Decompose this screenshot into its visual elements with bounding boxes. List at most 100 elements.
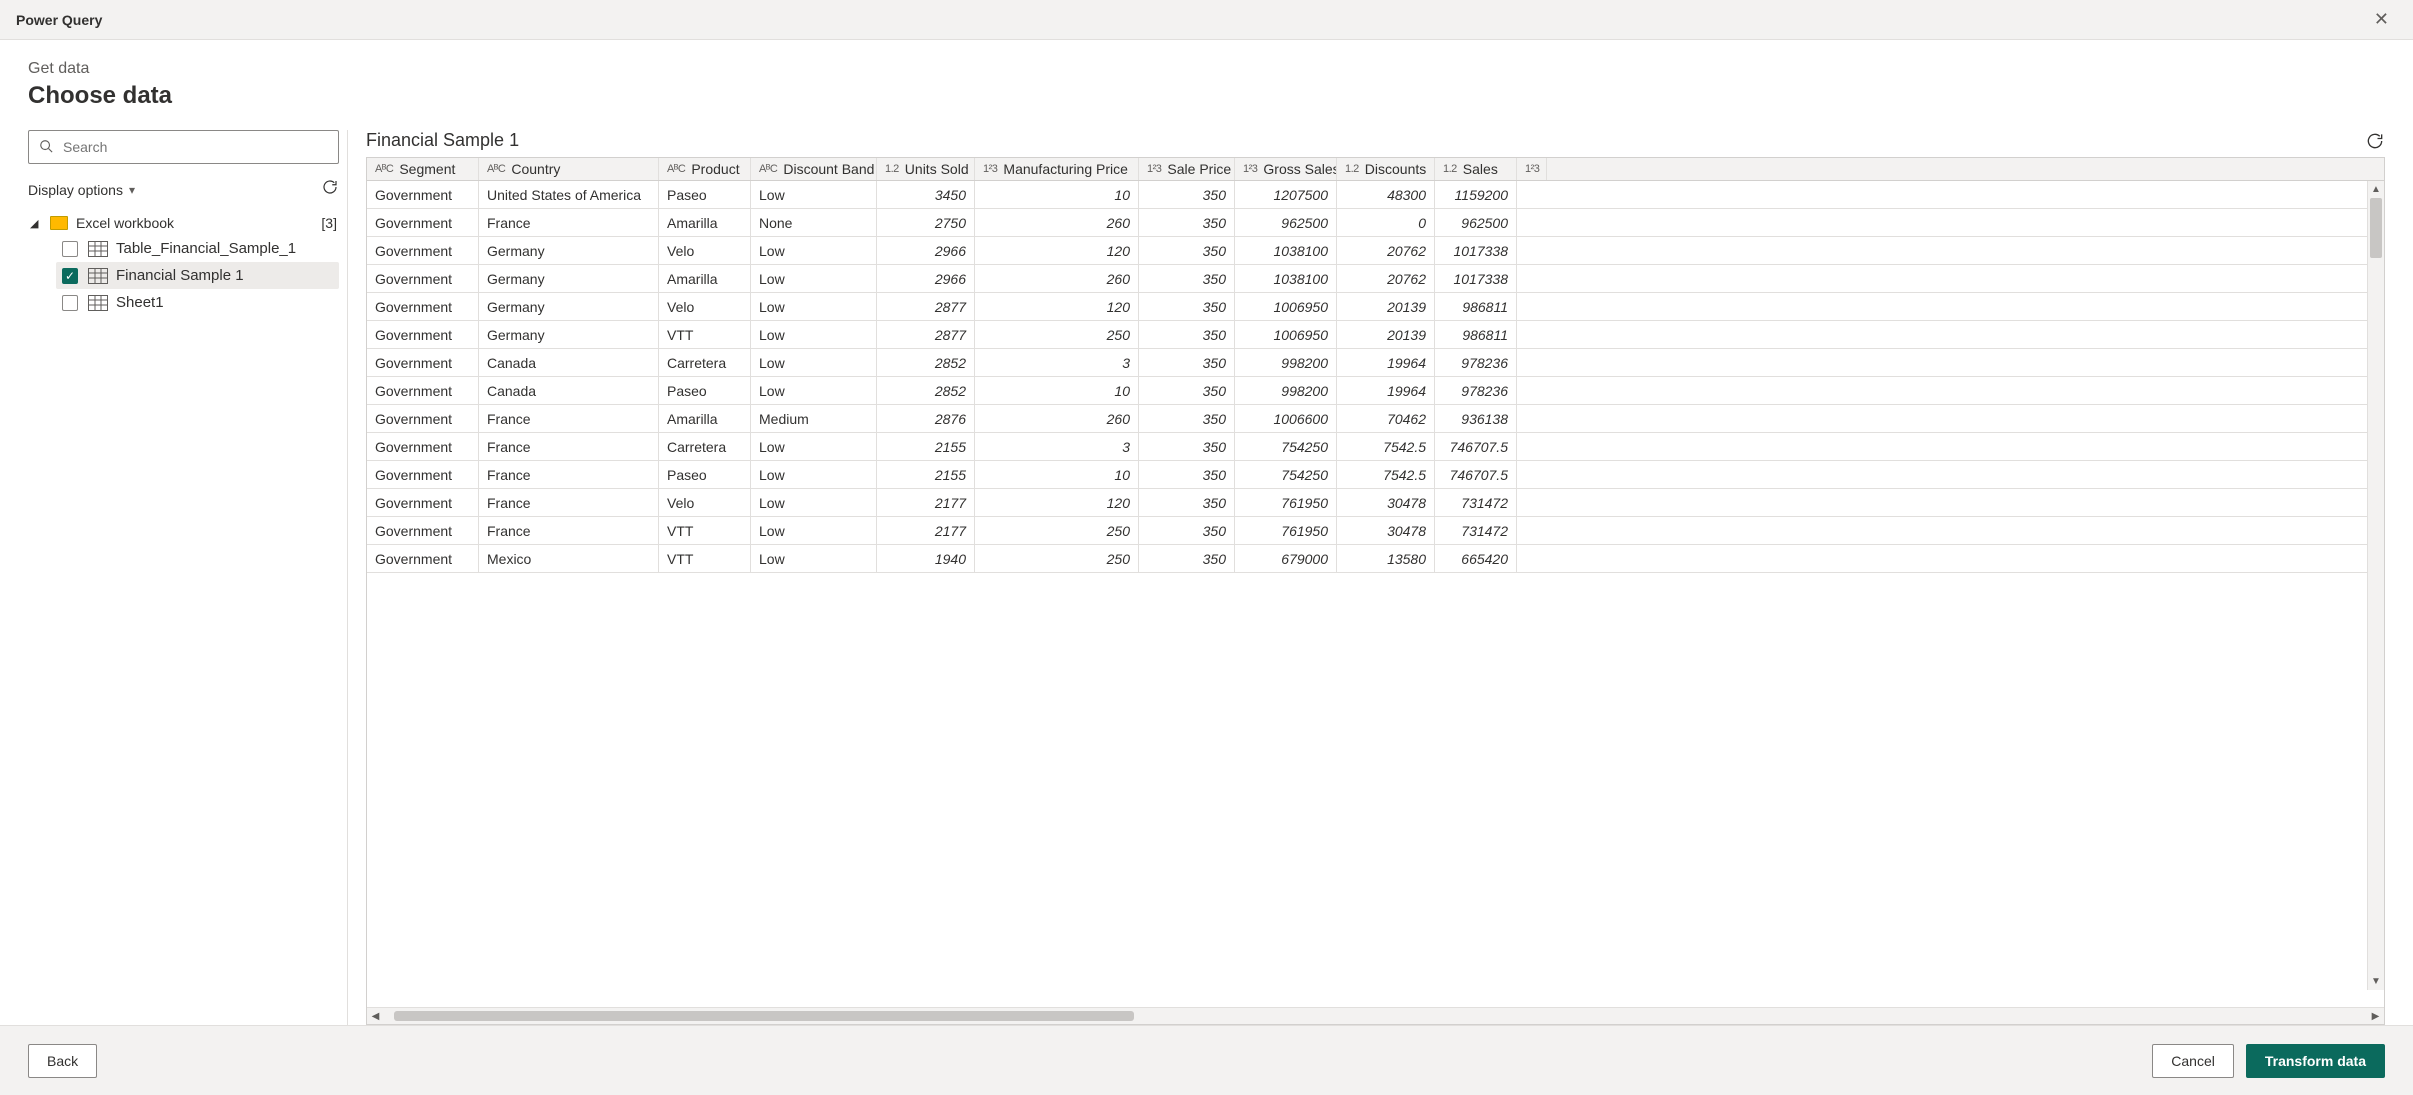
table-row[interactable]: GovernmentFranceAmarillaMedium2876260350…: [367, 405, 2384, 433]
cell: 746707.5: [1435, 461, 1517, 488]
column-header[interactable]: AᴮCProduct: [659, 158, 751, 180]
search-box[interactable]: [28, 130, 339, 164]
refresh-preview-icon[interactable]: [2365, 131, 2385, 156]
transform-data-button[interactable]: Transform data: [2246, 1044, 2385, 1078]
table-row[interactable]: GovernmentUnited States of AmericaPaseoL…: [367, 181, 2384, 209]
cell: Carretera: [659, 433, 751, 460]
tree-item[interactable]: ✓Financial Sample 1: [56, 262, 339, 289]
tree-item[interactable]: Sheet1: [56, 289, 339, 316]
checkbox[interactable]: [62, 295, 78, 311]
cell: 731472: [1435, 517, 1517, 544]
type-int-icon: 1²3: [1243, 163, 1257, 175]
cell: 10: [975, 377, 1139, 404]
cell: Government: [367, 545, 479, 572]
hscroll-track[interactable]: [384, 1008, 2367, 1024]
horizontal-scrollbar[interactable]: ◀ ▶: [367, 1007, 2384, 1024]
cell: Low: [751, 265, 877, 292]
column-label: Discounts: [1365, 161, 1426, 177]
column-header[interactable]: 1²3Gross Sales: [1235, 158, 1337, 180]
cell: 7542.5: [1337, 461, 1435, 488]
cell: 2877: [877, 293, 975, 320]
column-header[interactable]: 1.2Units Sold: [877, 158, 975, 180]
column-header[interactable]: AᴮCDiscount Band: [751, 158, 877, 180]
table-row[interactable]: GovernmentGermanyVTTLow28772503501006950…: [367, 321, 2384, 349]
cell: 350: [1139, 265, 1235, 292]
vertical-scrollbar[interactable]: ▲ ▼: [2367, 181, 2384, 990]
cell: 70462: [1337, 405, 1435, 432]
cancel-button[interactable]: Cancel: [2152, 1044, 2234, 1078]
table-row[interactable]: GovernmentFranceAmarillaNone275026035096…: [367, 209, 2384, 237]
cell: 48300: [1337, 181, 1435, 208]
refresh-icon[interactable]: [321, 178, 339, 201]
display-options-label: Display options: [28, 182, 123, 198]
close-icon[interactable]: ✕: [2366, 5, 2397, 34]
cell: 986811: [1435, 293, 1517, 320]
display-options[interactable]: Display options ▾: [28, 178, 339, 201]
table-row[interactable]: GovernmentGermanyVeloLow2966120350103810…: [367, 237, 2384, 265]
column-header[interactable]: 1.2Discounts: [1337, 158, 1435, 180]
vscroll-track[interactable]: [2368, 198, 2384, 973]
table-row[interactable]: GovernmentFranceVeloLow21771203507619503…: [367, 489, 2384, 517]
nav-tree: ◢ Excel workbook [3] Table_Financial_Sam…: [28, 211, 339, 316]
tree-root-excel-workbook[interactable]: ◢ Excel workbook [3]: [28, 211, 339, 235]
type-int-icon: 1²3: [1147, 163, 1161, 175]
cell: Government: [367, 461, 479, 488]
table-icon: [88, 295, 108, 311]
table-row[interactable]: GovernmentFrancePaseoLow2155103507542507…: [367, 461, 2384, 489]
table-row[interactable]: GovernmentMexicoVTTLow194025035067900013…: [367, 545, 2384, 573]
column-header[interactable]: AᴮCSegment: [367, 158, 479, 180]
cell: Government: [367, 293, 479, 320]
hscroll-thumb[interactable]: [394, 1011, 1134, 1021]
cell: 3: [975, 349, 1139, 376]
cell: 20139: [1337, 293, 1435, 320]
column-header[interactable]: 1²3: [1517, 158, 1547, 180]
cell: Canada: [479, 349, 659, 376]
vscroll-thumb[interactable]: [2370, 198, 2382, 258]
checkbox[interactable]: [62, 241, 78, 257]
column-header[interactable]: 1²3Manufacturing Price: [975, 158, 1139, 180]
table-row[interactable]: GovernmentFranceCarreteraLow215533507542…: [367, 433, 2384, 461]
chevron-down-icon: ▾: [129, 183, 135, 197]
tree-item[interactable]: Table_Financial_Sample_1: [56, 235, 339, 262]
cell: Government: [367, 265, 479, 292]
cell: Paseo: [659, 181, 751, 208]
table-row[interactable]: GovernmentCanadaPaseoLow2852103509982001…: [367, 377, 2384, 405]
table-row[interactable]: GovernmentFranceVTTLow217725035076195030…: [367, 517, 2384, 545]
cell: 2852: [877, 349, 975, 376]
search-input[interactable]: [61, 138, 328, 156]
table-row[interactable]: GovernmentCanadaCarreteraLow285233509982…: [367, 349, 2384, 377]
cell: 350: [1139, 545, 1235, 572]
cell: 350: [1139, 489, 1235, 516]
scroll-up-icon[interactable]: ▲: [2368, 181, 2384, 198]
column-label: Sales: [1463, 161, 1498, 177]
column-header[interactable]: 1²3Sale Price: [1139, 158, 1235, 180]
column-header[interactable]: AᴮCCountry: [479, 158, 659, 180]
scroll-down-icon[interactable]: ▼: [2368, 973, 2384, 990]
cell: 13580: [1337, 545, 1435, 572]
table-row[interactable]: GovernmentGermanyAmarillaLow296626035010…: [367, 265, 2384, 293]
checkbox[interactable]: ✓: [62, 268, 78, 284]
cell: Germany: [479, 293, 659, 320]
column-label: Country: [511, 161, 560, 177]
cell: 754250: [1235, 461, 1337, 488]
column-header[interactable]: 1.2 Sales: [1435, 158, 1517, 180]
cell: Paseo: [659, 461, 751, 488]
scroll-right-icon[interactable]: ▶: [2367, 1008, 2384, 1024]
cell: 120: [975, 293, 1139, 320]
back-button[interactable]: Back: [28, 1044, 97, 1078]
cell: 350: [1139, 461, 1235, 488]
scroll-left-icon[interactable]: ◀: [367, 1008, 384, 1024]
type-dec-icon: 1.2: [1443, 163, 1457, 175]
cell: 2966: [877, 265, 975, 292]
tree-root-label: Excel workbook: [76, 215, 321, 231]
collapse-toggle-icon[interactable]: ◢: [30, 217, 44, 230]
cell: 350: [1139, 209, 1235, 236]
cell: Low: [751, 293, 877, 320]
cell: Government: [367, 209, 479, 236]
table-row[interactable]: GovernmentGermanyVeloLow2877120350100695…: [367, 293, 2384, 321]
cell: 2750: [877, 209, 975, 236]
cell: Low: [751, 545, 877, 572]
cell: Low: [751, 237, 877, 264]
cell: 350: [1139, 321, 1235, 348]
cell: 2177: [877, 489, 975, 516]
